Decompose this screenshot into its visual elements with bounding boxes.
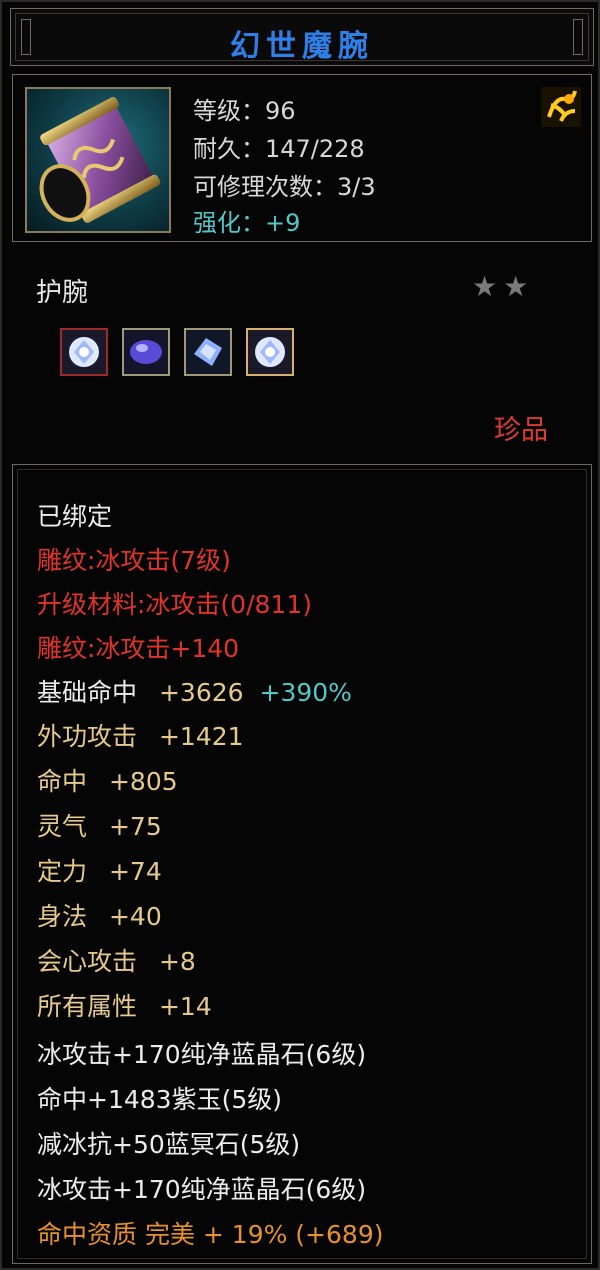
title-bar: 幻世魔腕 bbox=[10, 8, 594, 66]
ice-gem-icon[interactable] bbox=[246, 328, 294, 376]
attr-label: 会心攻击 bbox=[37, 947, 138, 976]
purple-jade-icon[interactable] bbox=[122, 328, 170, 376]
gem-bonus-line: 冰攻击+170纯净蓝晶石(6级) bbox=[37, 1175, 367, 1204]
attr-line: 会心攻击 +8 bbox=[37, 942, 196, 978]
attr-line: 所有属性 +14 bbox=[37, 987, 212, 1023]
attr-line: 身法 +40 bbox=[37, 897, 162, 933]
repair-count-stat: 可修理次数：3/3 bbox=[193, 173, 376, 201]
item-tooltip: 幻世魔腕 等级：96 耐久：147/228 可修理次数：3/3 强化：+9 护腕… bbox=[0, 0, 600, 1270]
enhance-stat: 强化：+9 bbox=[193, 209, 301, 237]
gem-bonus-line: 命中+1483紫玉(5级) bbox=[37, 1085, 282, 1114]
engrave-bonus-line: 雕纹:冰攻击+140 bbox=[37, 634, 240, 663]
bound-status: 已绑定 bbox=[37, 502, 113, 531]
level-stat: 等级：96 bbox=[193, 97, 296, 125]
hit-quality-line: 命中资质 完美 + 19% (+689) bbox=[37, 1220, 384, 1249]
base-hit-line: 基础命中 +3626 +390% bbox=[37, 673, 352, 709]
attr-label: 所有属性 bbox=[37, 992, 138, 1021]
attr-label: 命中 bbox=[37, 767, 88, 796]
attr-line: 命中 +805 bbox=[37, 762, 178, 798]
attr-label: 外功攻击 bbox=[37, 722, 138, 751]
attr-label: 灵气 bbox=[37, 812, 88, 841]
engrave-line: 雕纹:冰攻击(7级) bbox=[37, 546, 231, 575]
attr-percent: +390% bbox=[259, 678, 352, 707]
attr-label: 基础命中 bbox=[37, 678, 138, 707]
attr-line: 灵气 +75 bbox=[37, 807, 162, 843]
item-details: 已绑定 雕纹:冰攻击(7级) 升级材料:冰攻击(0/811) 雕纹:冰攻击+14… bbox=[12, 464, 592, 1264]
attr-value: +1421 bbox=[158, 722, 244, 751]
attr-line: 外功攻击 +1421 bbox=[37, 717, 244, 753]
attr-value: +14 bbox=[158, 992, 212, 1021]
attr-value: +805 bbox=[108, 767, 178, 796]
star-rating-icon: ★★ bbox=[472, 270, 535, 303]
upgrade-material-line: 升级材料:冰攻击(0/811) bbox=[37, 590, 312, 619]
ice-gem-icon[interactable] bbox=[60, 328, 108, 376]
rarity-label: 珍品 bbox=[494, 415, 548, 446]
attr-value: +40 bbox=[108, 902, 162, 931]
item-name: 幻世魔腕 bbox=[230, 29, 374, 64]
durability-stat: 耐久：147/228 bbox=[193, 135, 365, 163]
gold-rune-icon bbox=[541, 87, 581, 127]
attr-value: +75 bbox=[108, 812, 162, 841]
attr-label: 定力 bbox=[37, 857, 88, 886]
attr-value: +74 bbox=[108, 857, 162, 886]
attr-label: 身法 bbox=[37, 902, 88, 931]
item-type: 护腕 bbox=[36, 278, 89, 308]
gem-bonus-line: 冰攻击+170纯净蓝晶石(6级) bbox=[37, 1040, 367, 1069]
gem-bonus-line: 减冰抗+50蓝冥石(5级) bbox=[37, 1130, 301, 1159]
item-header: 等级：96 耐久：147/228 可修理次数：3/3 强化：+9 bbox=[12, 74, 592, 242]
blue-crystal-icon[interactable] bbox=[184, 328, 232, 376]
attr-value: +3626 bbox=[158, 678, 244, 707]
bracer-item-icon bbox=[25, 87, 171, 233]
attr-value: +8 bbox=[158, 947, 196, 976]
attr-line: 定力 +74 bbox=[37, 852, 162, 888]
